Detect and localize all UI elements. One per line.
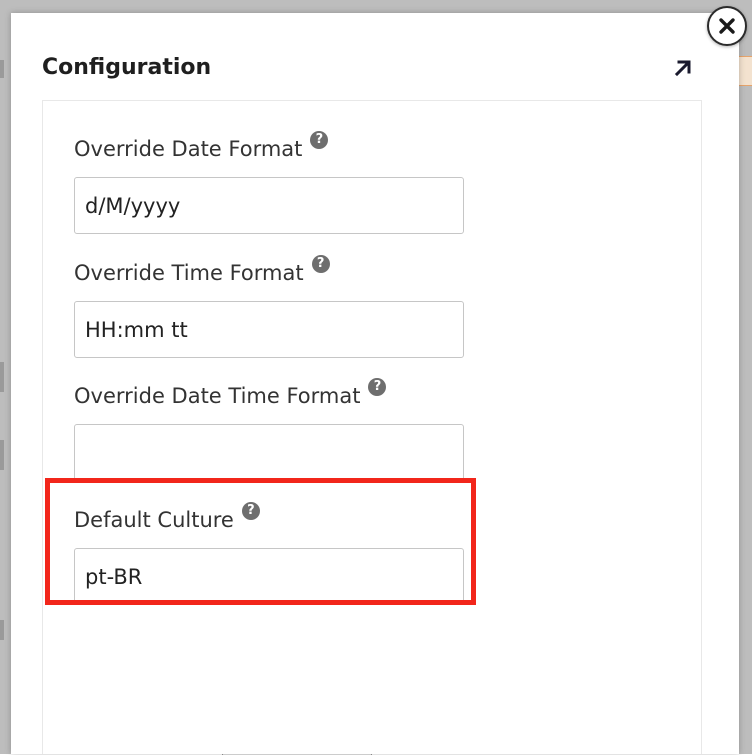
background-page-edge	[0, 362, 4, 392]
default-culture-label: Default Culture ?	[74, 502, 464, 535]
configuration-dialog: Configuration Override Date Format ? Ove…	[11, 13, 739, 754]
close-icon	[719, 18, 735, 34]
override-time-format-field: Override Time Format ?	[74, 255, 464, 358]
override-time-format-input[interactable]	[74, 301, 464, 358]
background-page-edge	[0, 60, 4, 78]
override-date-time-format-field: Override Date Time Format ?	[74, 378, 464, 481]
override-date-format-input[interactable]	[74, 177, 464, 234]
default-culture-input[interactable]	[74, 548, 464, 605]
dialog-title: Configuration	[42, 55, 212, 80]
arrow-up-right-icon[interactable]	[671, 56, 695, 80]
question-circle-icon[interactable]: ?	[368, 378, 387, 396]
question-circle-icon[interactable]: ?	[310, 131, 329, 149]
field-label-text: Default Culture	[74, 508, 234, 532]
field-label-text: Override Time Format	[74, 261, 304, 285]
close-button[interactable]	[707, 6, 747, 46]
background-page-edge	[0, 620, 4, 640]
question-circle-icon[interactable]: ?	[311, 255, 330, 273]
field-label-text: Override Date Time Format	[74, 384, 361, 408]
default-culture-field: Default Culture ?	[74, 502, 464, 605]
background-page-edge	[0, 440, 4, 470]
override-date-time-format-input[interactable]	[74, 424, 464, 481]
override-time-format-label: Override Time Format ?	[74, 255, 464, 288]
override-date-format-field: Override Date Format ?	[74, 131, 464, 234]
override-date-time-format-label: Override Date Time Format ?	[74, 378, 464, 411]
field-label-text: Override Date Format	[74, 137, 303, 161]
configuration-panel: Override Date Format ? Override Time For…	[42, 100, 702, 754]
override-date-format-label: Override Date Format ?	[74, 131, 464, 164]
question-circle-icon[interactable]: ?	[241, 502, 260, 520]
